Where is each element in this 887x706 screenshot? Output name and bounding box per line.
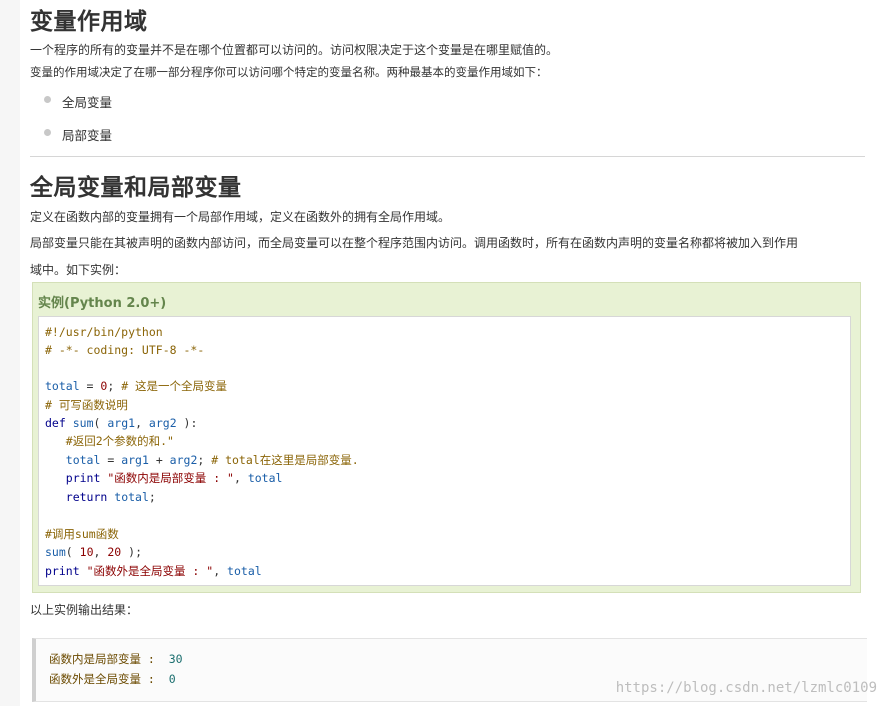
section-title-global-local: 全局变量和局部变量	[30, 175, 242, 201]
scope-paragraph-2: 变量的作用域决定了在哪一部分程序你可以访问哪个特定的变量名称。两种最基本的变量作…	[30, 65, 548, 79]
code-line: total = 0; # 这是一个全局变量	[45, 379, 228, 393]
section-title-variable-scope: 变量作用域	[30, 9, 148, 35]
global-local-paragraph-1: 定义在函数内部的变量拥有一个局部作用域，定义在函数外的拥有全局作用域。	[30, 210, 451, 224]
code-line: def sum( arg1, arg2 ):	[45, 416, 198, 430]
example-box: 实例(Python 2.0+) #!/usr/bin/python # -*- …	[32, 282, 861, 593]
result-label: 以上实例输出结果：	[30, 603, 139, 617]
global-local-paragraph-2-cont: 域中。如下实例：	[30, 263, 127, 277]
list-item-label: 局部变量	[62, 128, 113, 143]
example-title: 实例(Python 2.0+)	[38, 296, 167, 311]
code-line: print "函数外是全局变量 : ", total	[45, 564, 262, 578]
code-block[interactable]: #!/usr/bin/python # -*- coding: UTF-8 -*…	[38, 316, 851, 586]
code-line: # 可写函数说明	[45, 398, 128, 412]
code-line: sum( 10, 20 );	[45, 545, 142, 559]
output-line: 函数外是全局变量 : 0	[49, 672, 176, 686]
code-line: #调用sum函数	[45, 527, 119, 541]
bullet-icon	[44, 96, 51, 103]
scope-paragraph-1: 一个程序的所有的变量并不是在哪个位置都可以访问的。访问权限决定于这个变量是在哪里…	[30, 43, 559, 57]
code-line: #返回2个参数的和."	[45, 434, 174, 448]
article-content: 变量作用域 一个程序的所有的变量并不是在哪个位置都可以访问的。访问权限决定于这个…	[20, 0, 887, 706]
global-local-paragraph-2: 局部变量只能在其被声明的函数内部访问，而全局变量可以在整个程序范围内访问。调用函…	[30, 236, 799, 250]
code-line: #!/usr/bin/python	[45, 325, 163, 339]
code-line: return total;	[65, 490, 156, 504]
code-line: total = arg1 + arg2; # total在这里是局部变量.	[65, 453, 359, 467]
output-line: 函数内是局部变量 : 30	[49, 652, 183, 666]
section-divider	[30, 156, 865, 157]
code-line: print "函数内是局部变量 : ", total	[65, 471, 283, 485]
code-line: # -*- coding: UTF-8 -*-	[45, 343, 205, 357]
watermark: https://blog.csdn.net/lzmlc0109	[615, 680, 877, 696]
list-item-label: 全局变量	[62, 95, 113, 110]
bullet-icon	[44, 129, 51, 136]
